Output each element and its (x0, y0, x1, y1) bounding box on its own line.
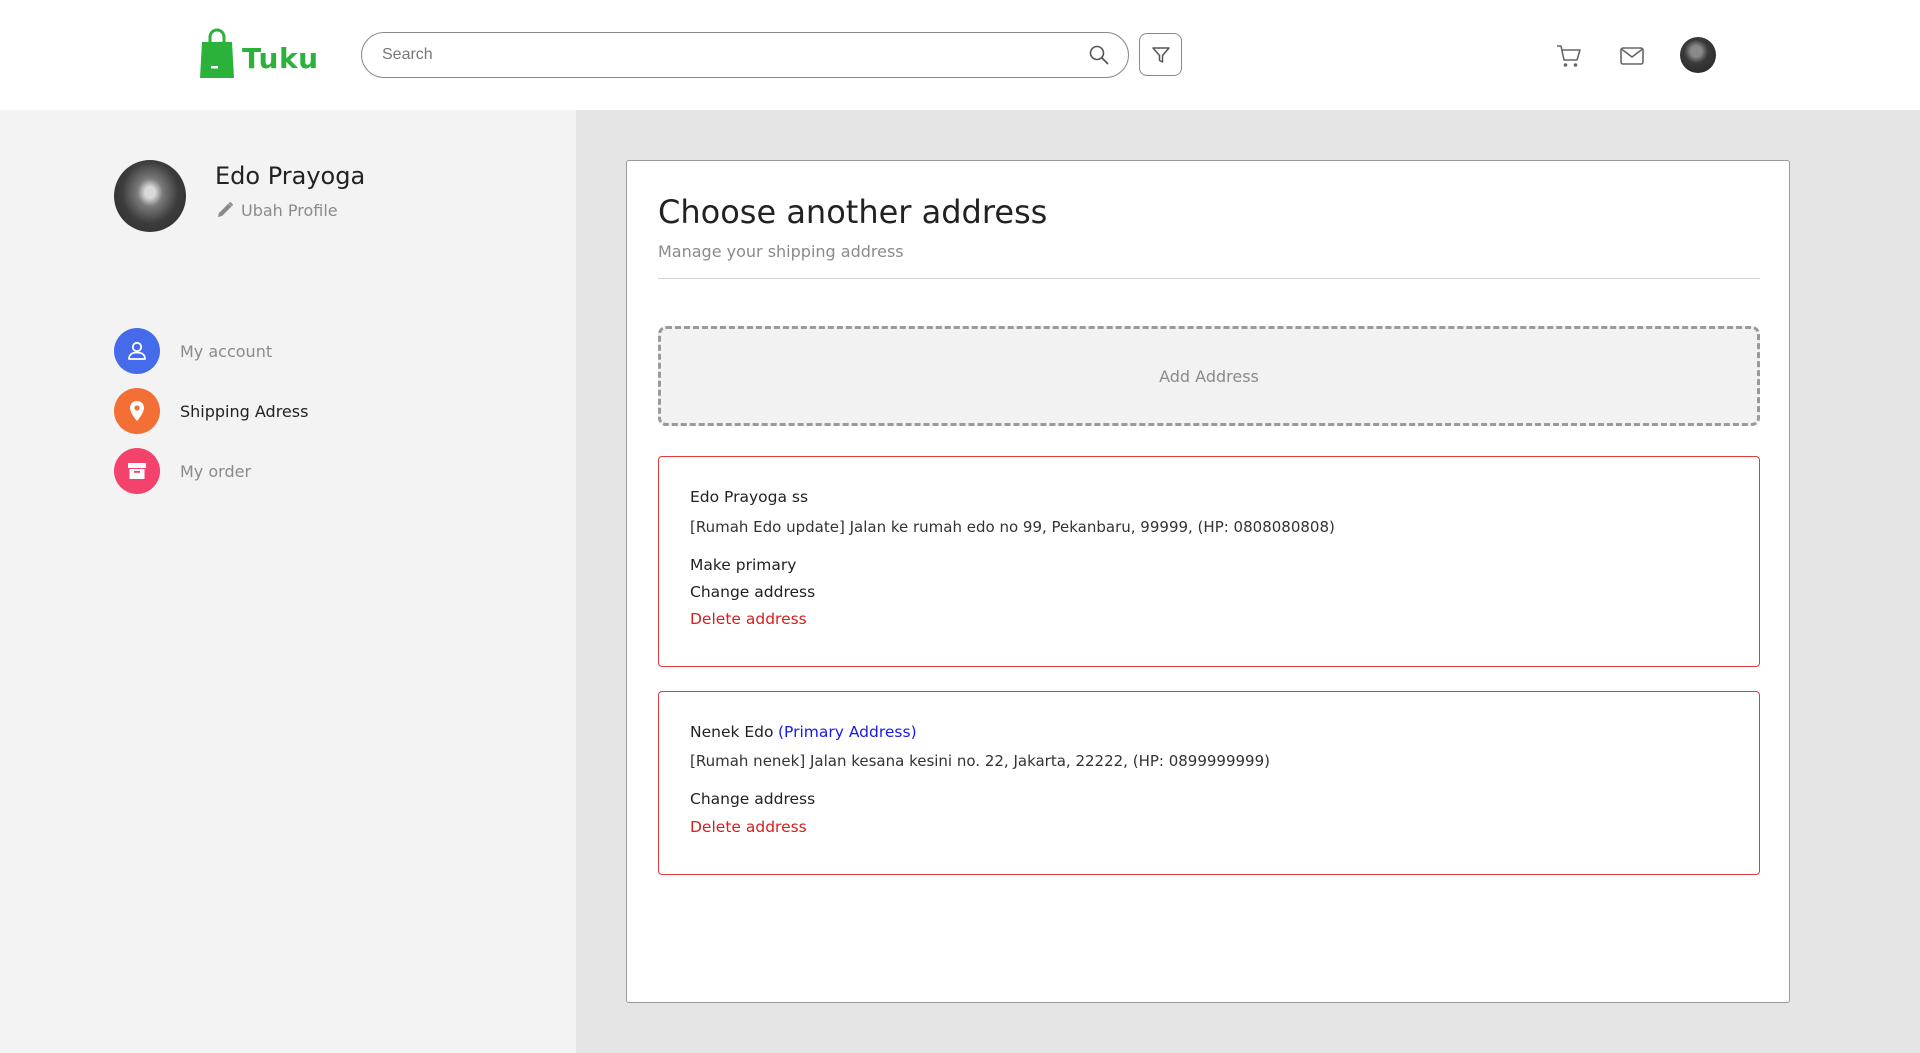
address-detail: [Rumah nenek] Jalan kesana kesini no. 22… (690, 752, 1270, 770)
sidebar-item-label: My account (180, 341, 273, 361)
page-title: Choose another address (658, 193, 1048, 231)
nav-icon-bg (114, 388, 160, 434)
sidebar-item-label: My order (180, 461, 252, 481)
profile-avatar (114, 160, 186, 232)
nav-icon-bg (114, 448, 160, 494)
change-address-button[interactable]: Change address (690, 790, 815, 808)
add-address-button[interactable]: Add Address (658, 326, 1760, 426)
address-detail: [Rumah Edo update] Jalan ke rumah edo no… (690, 518, 1335, 536)
divider (658, 278, 1760, 279)
delete-address-button[interactable]: Delete address (690, 818, 807, 836)
make-primary-button[interactable]: Make primary (690, 556, 796, 574)
pencil-icon (218, 201, 234, 217)
search-input[interactable] (382, 46, 1088, 64)
location-pin-icon (130, 401, 144, 421)
primary-address-tag: (Primary Address) (777, 723, 917, 741)
top-navbar: Tuku (0, 0, 1920, 110)
address-item: Nenek Edo (Primary Address) [Rumah nenek… (658, 691, 1760, 875)
filter-button[interactable] (1139, 33, 1182, 76)
profile-name: Edo Prayoga (215, 162, 366, 190)
address-item: Edo Prayoga ss [Rumah Edo update] Jalan … (658, 456, 1760, 667)
logo[interactable]: Tuku (198, 28, 319, 80)
delete-address-button[interactable]: Delete address (690, 610, 807, 628)
edit-profile-label: Ubah Profile (241, 200, 338, 220)
sidebar-item-my-order[interactable]: My order (114, 448, 251, 494)
address-card: Choose another address Manage your shipp… (626, 160, 1790, 1003)
mail-icon[interactable] (1618, 42, 1646, 70)
user-icon (128, 341, 146, 360)
change-address-button[interactable]: Change address (690, 583, 815, 601)
sidebar: Edo Prayoga Ubah Profile My account Ship… (0, 110, 576, 1053)
sidebar-item-shipping-address[interactable]: Shipping Adress (114, 388, 308, 434)
search-bar[interactable] (361, 32, 1129, 78)
address-name: Nenek Edo (690, 723, 774, 741)
address-name: Edo Prayoga ss (690, 488, 809, 506)
sidebar-item-label: Shipping Adress (180, 401, 309, 421)
cart-icon[interactable] (1555, 42, 1583, 70)
search-icon[interactable] (1088, 44, 1110, 66)
edit-profile-link[interactable]: Ubah Profile (215, 200, 338, 220)
main-content: Choose another address Manage your shipp… (576, 110, 1920, 1053)
nav-icon-bg (114, 328, 160, 374)
sidebar-item-my-account[interactable]: My account (114, 328, 272, 374)
page-subtitle: Manage your shipping address (658, 242, 904, 261)
archive-box-icon (128, 463, 146, 479)
shopping-bag-icon (200, 28, 234, 78)
brand-name: Tuku (242, 41, 319, 75)
filter-icon (1151, 46, 1170, 63)
user-avatar[interactable] (1680, 37, 1716, 73)
